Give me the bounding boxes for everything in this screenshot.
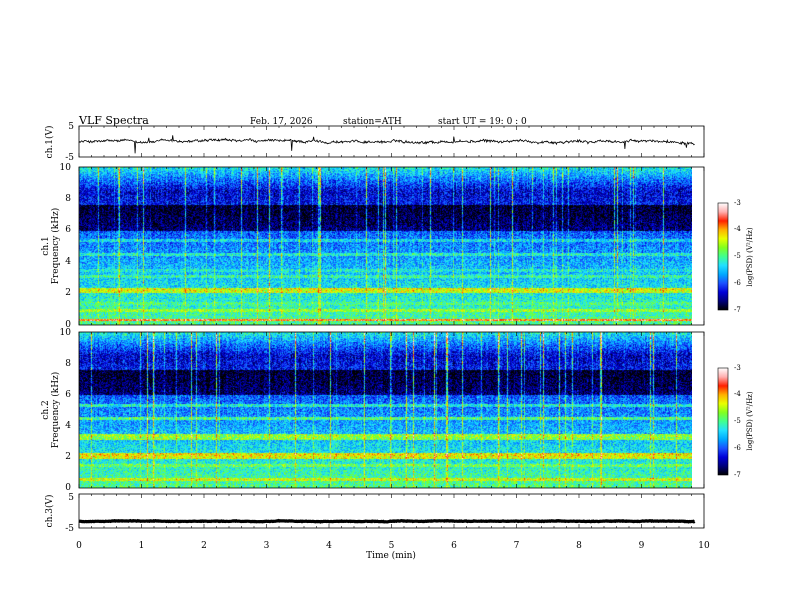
xtick-5: 5 (389, 541, 395, 551)
ch2-ytick-0: 0 (65, 483, 71, 493)
ch2-cbtick-m7: -7 (734, 471, 741, 479)
ch2-colorbar-scale (717, 367, 729, 476)
ch2-spectrogram-ylabel: Frequency (kHz) (50, 372, 61, 449)
ch2-cbtick-m5: -5 (734, 417, 741, 425)
ch1-ytick-bottom: -5 (65, 153, 74, 163)
xtick-7: 7 (514, 541, 520, 551)
ch1-ytick-6: 6 (65, 225, 71, 235)
ch3-ytick-top: 5 (68, 493, 74, 503)
ch1-cbtick-m3: -3 (734, 199, 741, 207)
ch1-spectrogram-ylabel: Frequency (kHz) (50, 208, 61, 285)
figure-header: VLF Spectra Feb. 17, 2026 station=ATH st… (78, 114, 527, 127)
ch2-cbtick-m6: -6 (734, 444, 741, 452)
xtick-9: 9 (639, 541, 645, 551)
ch2-spectrogram-channel-label: ch.2 (41, 400, 51, 419)
ch3-waveform-ylabel: ch.3(V) (44, 495, 55, 528)
ch1-ytick-4: 4 (65, 257, 71, 267)
ch2-colorbar: -3 -4 -5 -6 -7 log(PSD) (V²/Hz) (717, 364, 754, 479)
xtick-0: 0 (76, 541, 82, 551)
ch1-colorbar: -3 -4 -5 -6 -7 log(PSD) (V²/Hz) (717, 199, 754, 314)
xtick-8: 8 (576, 541, 582, 551)
ch1-cbtick-m6: -6 (734, 279, 741, 287)
ch2-spectrogram-yticks: 0 2 4 6 8 10 (60, 328, 72, 493)
ch1-spectrogram-yticks: 0 2 4 6 8 10 (60, 163, 72, 330)
xtick-2: 2 (201, 541, 207, 551)
ch1-waveform-trace (78, 135, 695, 154)
ch1-spectrogram-panel: 0 2 4 6 8 10 ch.1 Frequency (kHz) (41, 163, 705, 330)
ch3-waveform-panel: 5 -5 ch.3(V) (44, 493, 705, 534)
ch1-ytick-8: 8 (65, 194, 71, 204)
ch2-cbtick-m3: -3 (734, 364, 741, 372)
xtick-6: 6 (451, 541, 457, 551)
ch1-cbtick-m4: -4 (734, 225, 741, 233)
ch1-colorbar-label: log(PSD) (V²/Hz) (746, 227, 754, 286)
ch2-ytick-8: 8 (65, 359, 71, 369)
ch1-ytick-2: 2 (65, 288, 71, 298)
ch2-ytick-4: 4 (65, 421, 71, 431)
start-time-label: start UT = 19: 0 : 0 (438, 117, 527, 127)
ch2-ytick-2: 2 (65, 452, 71, 462)
ch2-spectrogram-panel: 0 2 4 6 8 10 ch.2 Frequency (kHz) (41, 328, 705, 493)
xtick-3: 3 (264, 541, 270, 551)
ch1-ytick-top: 5 (68, 122, 74, 132)
vlf-figure: VLF Spectra Feb. 17, 2026 station=ATH st… (41, 114, 754, 561)
ch1-spectrogram-image (79, 167, 692, 325)
xtick-4: 4 (326, 541, 332, 551)
ch3-ytick-bottom: -5 (65, 524, 74, 534)
ch3-waveform-trace (78, 518, 696, 524)
time-axis: 0 1 2 3 4 5 6 7 8 9 10 Time (min) (76, 541, 710, 561)
ch1-waveform-panel: 5 -5 ch.1(V) (44, 122, 705, 163)
ch2-ytick-6: 6 (65, 390, 71, 400)
ch1-waveform-ylabel: ch.1(V) (44, 126, 55, 159)
ch2-cbtick-m4: -4 (734, 390, 741, 398)
xtick-10: 10 (698, 541, 710, 551)
ch2-ytick-10: 10 (60, 328, 72, 338)
figure-title: VLF Spectra (78, 114, 149, 127)
ch1-cbtick-m7: -7 (734, 306, 741, 314)
ch2-colorbar-label: log(PSD) (V²/Hz) (746, 391, 754, 450)
xtick-1: 1 (139, 541, 145, 551)
date-label: Feb. 17, 2026 (250, 117, 313, 127)
station-label: station=ATH (343, 117, 402, 127)
ch1-spectrogram-channel-label: ch.1 (41, 236, 51, 255)
ch2-spectrogram-image (79, 332, 692, 488)
ch1-cbtick-m5: -5 (734, 252, 741, 260)
time-axis-label: Time (min) (366, 550, 416, 561)
ch1-colorbar-scale (717, 202, 729, 311)
ch1-ytick-10: 10 (60, 163, 72, 173)
